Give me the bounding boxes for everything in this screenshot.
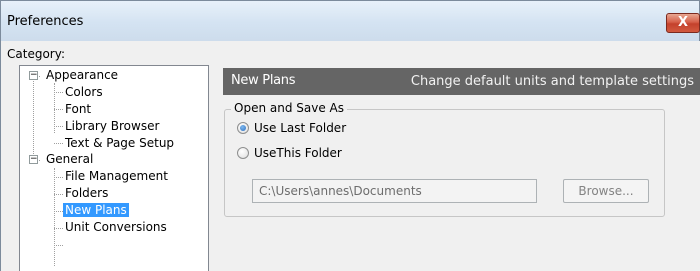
tree-item-library-browser[interactable]: Library Browser: [65, 118, 159, 135]
group-legend: Open and Save As: [231, 101, 347, 115]
tree-item-label: New Plans: [63, 203, 129, 217]
title-bar: Preferences X: [0, 0, 700, 41]
tree-item-label: Folders: [65, 186, 109, 200]
panel-title: New Plans: [231, 73, 296, 88]
tree-node-label: Appearance: [46, 68, 119, 82]
tree-item-colors[interactable]: Colors: [65, 84, 103, 101]
open-save-group: Open and Save As Use Last Folder UseThis…: [224, 101, 665, 217]
panel-header: New Plans Change default units and templ…: [223, 68, 700, 95]
option-label: Use Last Folder: [254, 121, 347, 135]
tree-item-label: Colors: [65, 85, 103, 99]
collapse-icon[interactable]: −: [29, 71, 38, 80]
tree-item-folders[interactable]: Folders: [65, 185, 108, 202]
tree-item-new-plans[interactable]: New Plans: [63, 202, 129, 219]
category-label: Category:: [7, 47, 65, 61]
panel-description: Change default units and template settin…: [410, 74, 694, 89]
tree-node-label: General: [46, 152, 94, 166]
option-label: UseThis Folder: [254, 146, 342, 160]
tree-item-label: File Management: [65, 169, 168, 183]
tree-item-unit-conversions[interactable]: Unit Conversions: [65, 219, 167, 236]
close-button[interactable]: X: [666, 13, 700, 33]
close-icon: X: [677, 15, 689, 30]
collapse-icon[interactable]: −: [29, 155, 38, 164]
tree-item-label: Unit Conversions: [65, 220, 167, 234]
browse-button[interactable]: Browse...: [563, 179, 649, 203]
category-tree[interactable]: − Appearance Colors Font Library Browser…: [19, 65, 209, 271]
radio-unselected-icon[interactable]: [237, 147, 249, 159]
tree-item-font[interactable]: Font: [65, 101, 91, 118]
radio-selected-icon[interactable]: [237, 122, 249, 134]
tree-item-label: Font: [65, 102, 92, 116]
folder-path-field[interactable]: C:\Users\annes\Documents: [252, 179, 537, 203]
window-title: Preferences: [7, 14, 84, 29]
tree-item-file-management[interactable]: File Management: [65, 168, 168, 185]
tree-item-text-page-setup[interactable]: Text & Page Setup: [65, 135, 174, 152]
tree-item-label: Library Browser: [65, 119, 160, 133]
tree-item-label: Text & Page Setup: [65, 136, 175, 150]
